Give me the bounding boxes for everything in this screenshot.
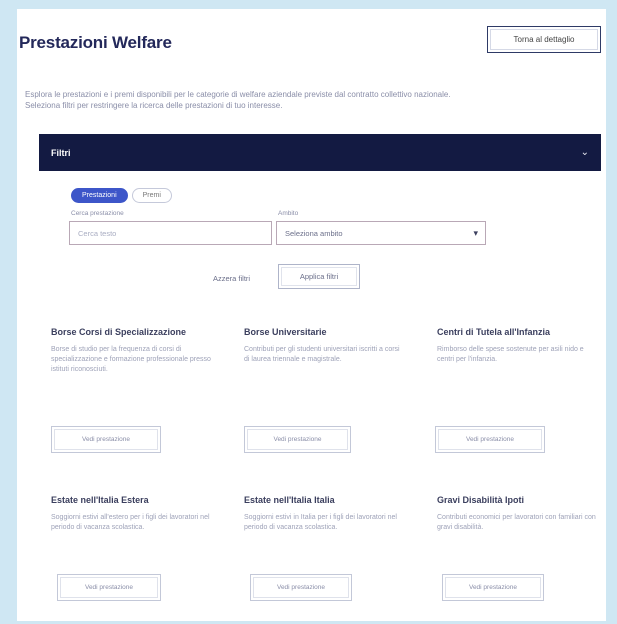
card-description: Contributi economici per lavoratori con … (437, 514, 596, 531)
chevron-down-icon[interactable]: ⌄ (581, 147, 589, 158)
card-title: Gravi Disabilità Ipoti (437, 495, 525, 505)
benefit-card: Centri di Tutela all'Infanzia Rimborso d… (437, 326, 597, 365)
reset-filters-link[interactable]: Azzera filtri (213, 274, 250, 283)
type-toggle: Prestazioni Premi (71, 188, 172, 203)
card-title: Borse Universitarie (244, 327, 327, 337)
card-title: Estate nell'Italia Italia (244, 495, 335, 505)
view-benefit-button[interactable]: Vedi prestazione (442, 574, 544, 601)
benefit-card: Estate nell'Italia Italia Soggiorni esti… (244, 494, 404, 533)
card-title: Centri di Tutela all'Infanzia (437, 327, 550, 337)
caret-down-icon: ▾ (473, 228, 478, 238)
card-description: Soggiorni estivi all'estero per i figli … (51, 514, 210, 531)
category-select[interactable]: Seleziona ambito ▾ (276, 221, 486, 245)
benefit-card: Borse Corsi di Specializzazione Borse di… (51, 326, 211, 375)
category-label: Ambito (278, 210, 299, 217)
view-benefit-button[interactable]: Vedi prestazione (51, 426, 161, 453)
view-benefit-button[interactable]: Vedi prestazione (244, 426, 351, 453)
view-benefit-button[interactable]: Vedi prestazione (435, 426, 545, 453)
card-description: Soggiorni estivi in Italia per i figli d… (244, 514, 397, 531)
benefit-card: Borse Universitarie Contributi per gli s… (244, 326, 404, 365)
benefit-card: Gravi Disabilità Ipoti Contributi econom… (437, 494, 597, 533)
card-title: Borse Corsi di Specializzazione (51, 327, 187, 337)
page-title: Prestazioni Welfare (19, 33, 172, 52)
view-benefit-button[interactable]: Vedi prestazione (57, 574, 161, 601)
filters-accordion-label: Filtri (51, 147, 71, 158)
back-to-detail-button[interactable]: Torna al dettaglio (487, 26, 601, 53)
page: Prestazioni Welfare Torna al dettaglio E… (17, 9, 606, 621)
search-input[interactable]: Cerca testo (69, 221, 272, 245)
pill-premi[interactable]: Premi (131, 188, 172, 203)
card-description: Rimborso delle spese sostenute per asili… (437, 346, 584, 363)
search-label: Cerca prestazione (71, 210, 124, 217)
card-title: Estate nell'Italia Estera (51, 495, 149, 505)
pill-prestazioni[interactable]: Prestazioni (71, 188, 128, 203)
card-description: Borse di studio per la frequenza di cors… (51, 346, 211, 373)
category-select-value: Seleziona ambito (285, 228, 343, 238)
intro-text: Esplora le prestazioni e i premi disponi… (25, 90, 451, 110)
apply-filters-button[interactable]: Applica filtri (278, 264, 360, 289)
benefit-card: Estate nell'Italia Estera Soggiorni esti… (51, 494, 211, 533)
filters-accordion[interactable]: Filtri ⌄ (39, 134, 601, 171)
view-benefit-button[interactable]: Vedi prestazione (250, 574, 352, 601)
card-description: Contributi per gli studenti universitari… (244, 346, 400, 363)
